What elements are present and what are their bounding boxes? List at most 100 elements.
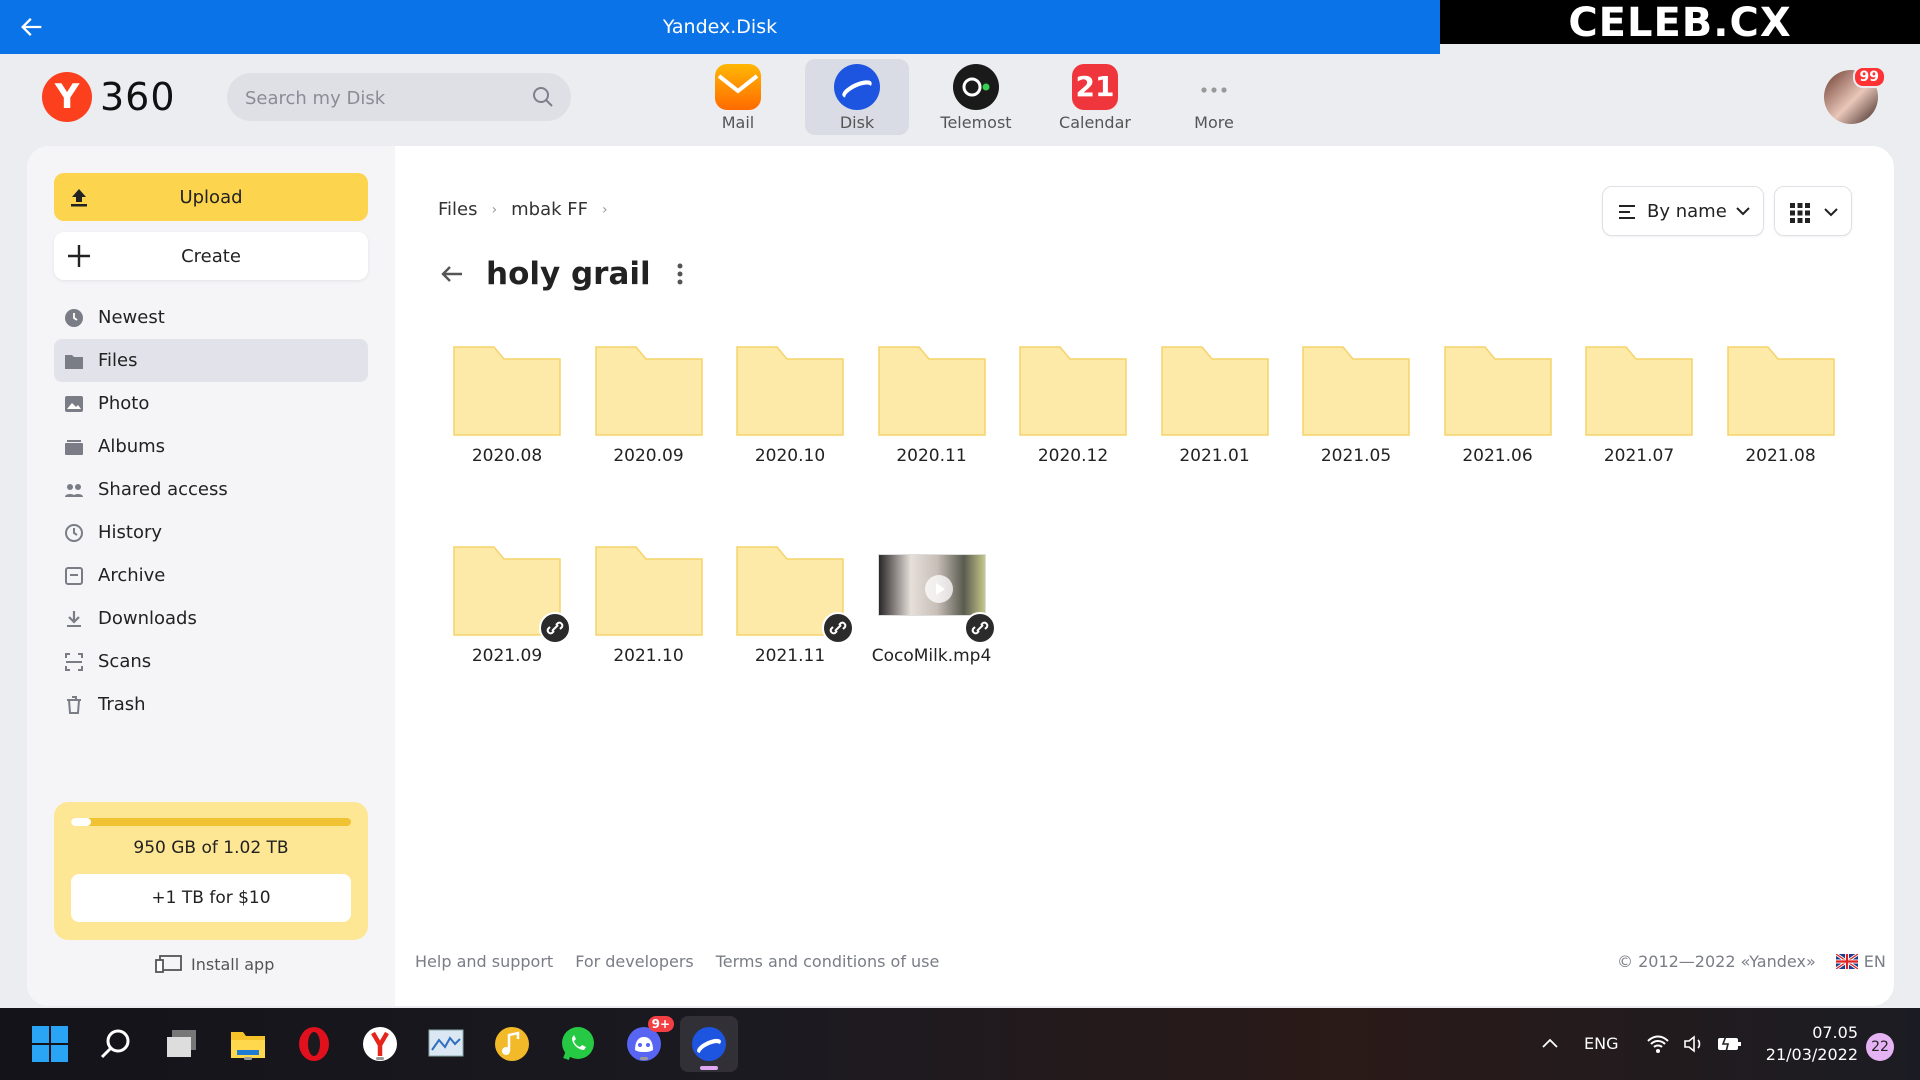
sidebar-item-scans[interactable]: Scans <box>54 640 368 683</box>
trash-icon <box>67 695 81 714</box>
storage-bar <box>71 818 351 826</box>
sidebar-item-newest[interactable]: Newest <box>54 296 368 339</box>
folder-item[interactable]: 2020.08 <box>447 346 577 496</box>
sidebar-item-trash[interactable]: Trash <box>54 683 368 726</box>
yandex-browser-icon[interactable] <box>360 1024 400 1064</box>
yandex-logo-icon: Y <box>42 72 92 122</box>
sidebar-item-label: Archive <box>98 565 166 586</box>
folder-item[interactable]: 2021.08 <box>1721 346 1851 496</box>
breadcrumb-mbak-ff[interactable]: mbak FF <box>511 199 588 220</box>
footer-link-terms[interactable]: Terms and conditions of use <box>716 952 940 971</box>
sort-button[interactable]: By name <box>1602 186 1764 236</box>
sidebar-item-photo[interactable]: Photo <box>54 382 368 425</box>
folder-heading: holy grail <box>438 256 685 292</box>
folder-item[interactable]: 2021.05 <box>1296 346 1426 496</box>
kebab-menu-icon[interactable] <box>675 260 685 288</box>
sidebar-item-downloads[interactable]: Downloads <box>54 597 368 640</box>
system-clock[interactable]: 07.05 21/03/2022 <box>1758 1022 1858 1066</box>
folder-item[interactable]: 2021.01 <box>1155 346 1285 496</box>
chevron-up-icon[interactable] <box>1540 1034 1560 1054</box>
sidebar-item-history[interactable]: History <box>54 511 368 554</box>
telemost-icon <box>953 64 999 110</box>
create-button[interactable]: Create <box>54 232 368 280</box>
view-mode-button[interactable] <box>1774 186 1852 236</box>
folder-item[interactable]: 2020.12 <box>1013 346 1143 496</box>
avatar-badge: 99 <box>1852 66 1886 88</box>
language-label[interactable]: EN <box>1864 952 1886 971</box>
folder-item[interactable]: 2020.09 <box>589 346 719 496</box>
footer-link-developers[interactable]: For developers <box>575 952 694 971</box>
search-input[interactable]: Search my Disk <box>227 73 571 121</box>
battery-icon[interactable] <box>1716 1034 1742 1054</box>
shared-link-icon[interactable] <box>822 612 854 644</box>
folder-item[interactable]: 2021.06 <box>1438 346 1568 496</box>
app-mail[interactable]: Mail <box>686 59 790 135</box>
user-avatar[interactable]: 99 <box>1824 66 1886 124</box>
search-icon[interactable] <box>96 1024 136 1064</box>
discord-icon[interactable]: 9+ <box>624 1016 674 1064</box>
input-language[interactable]: ENG <box>1584 1034 1618 1053</box>
notification-count[interactable]: 22 <box>1866 1033 1894 1061</box>
folder-item[interactable]: 2020.11 <box>872 346 1002 496</box>
app-calendar-label: Calendar <box>1059 113 1131 132</box>
app-mail-label: Mail <box>721 113 755 132</box>
yandex-disk-taskbar-icon[interactable] <box>680 1016 738 1072</box>
item-name: 2020.08 <box>471 446 543 466</box>
folder-icon <box>1443 346 1552 436</box>
yandex-360-logo[interactable]: Y 360 <box>42 72 176 122</box>
app-calendar[interactable]: 21 Calendar <box>1043 59 1147 135</box>
footer-links: Help and support For developers Terms an… <box>415 952 961 971</box>
sidebar-item-albums[interactable]: Albums <box>54 425 368 468</box>
upload-label: Upload <box>179 187 243 208</box>
folder-item[interactable]: 2021.07 <box>1579 346 1709 496</box>
monitor-app-icon[interactable] <box>426 1024 466 1064</box>
whatsapp-icon[interactable] <box>558 1024 598 1064</box>
app-more[interactable]: More <box>1162 59 1266 135</box>
wifi-icon[interactable] <box>1646 1034 1670 1054</box>
footer-link-help[interactable]: Help and support <box>415 952 553 971</box>
upload-button[interactable]: Upload <box>54 173 368 221</box>
sidebar-item-archive[interactable]: Archive <box>54 554 368 597</box>
sidebar-item-label: Photo <box>98 393 150 414</box>
shared-link-icon[interactable] <box>539 612 571 644</box>
install-app-label: Install app <box>191 954 275 974</box>
file-item[interactable]: CocoMilk.mp4 <box>872 546 1002 696</box>
sidebar-item-label: Files <box>98 350 138 371</box>
volume-icon[interactable] <box>1682 1034 1706 1054</box>
sidebar-item-label: Scans <box>98 651 152 672</box>
folder-item[interactable]: 2020.10 <box>730 346 860 496</box>
play-icon <box>924 575 953 603</box>
windows-start-icon[interactable] <box>30 1024 70 1064</box>
opera-icon[interactable] <box>294 1024 334 1064</box>
buy-storage-button[interactable]: +1 TB for $10 <box>71 874 351 922</box>
folder-item[interactable]: 2021.10 <box>589 546 719 696</box>
search-icon[interactable] <box>531 85 555 109</box>
uk-flag-icon[interactable] <box>1835 954 1858 969</box>
folder-item[interactable]: 2021.11 <box>730 546 860 696</box>
app-disk[interactable]: Disk <box>805 59 909 135</box>
task-view-icon[interactable] <box>162 1024 202 1064</box>
file-explorer-icon[interactable] <box>228 1024 268 1064</box>
running-indicator <box>244 1057 252 1060</box>
sidebar-item-files[interactable]: Files <box>54 339 368 382</box>
window-titlebar: Yandex.Disk <box>0 0 1440 54</box>
archive-icon <box>65 566 83 585</box>
folder-icon <box>453 346 561 436</box>
music-app-icon[interactable] <box>492 1024 532 1064</box>
sidebar-item-shared-access[interactable]: Shared access <box>54 468 368 511</box>
install-app-link[interactable]: Install app <box>155 954 274 974</box>
item-name: 2020.11 <box>896 446 967 466</box>
disk-icon <box>834 64 880 110</box>
app-telemost[interactable]: Telemost <box>924 59 1028 135</box>
storage-used-text: 950 GB of 1.02 TB <box>133 838 289 858</box>
folder-icon <box>1160 346 1269 436</box>
breadcrumb-files[interactable]: Files <box>438 199 478 220</box>
back-arrow-icon[interactable] <box>438 260 466 288</box>
download-icon <box>67 610 81 627</box>
item-name: 2020.09 <box>613 446 684 466</box>
sidebar-item-label: Albums <box>98 436 166 457</box>
item-name: 2021.09 <box>471 646 543 666</box>
folder-item[interactable]: 2021.09 <box>447 546 577 696</box>
shared-link-icon[interactable] <box>963 612 996 644</box>
footer-copyright: © 2012—2022 «Yandex» EN <box>1617 952 1886 971</box>
